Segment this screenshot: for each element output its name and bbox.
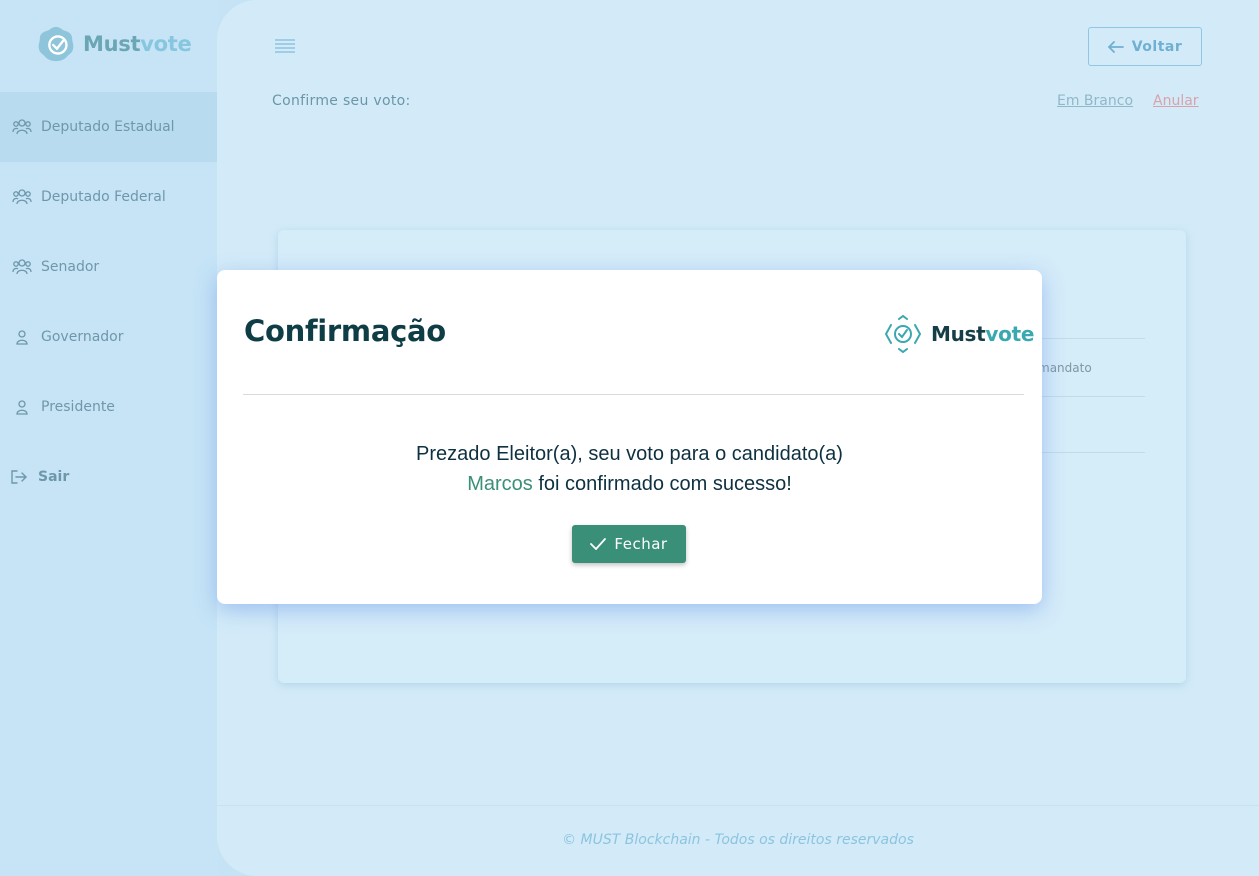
confirmation-message: Prezado Eleitor(a), seu voto para o cand… xyxy=(217,439,1042,499)
modal-title: Confirmação xyxy=(244,314,446,348)
sidebar-item-label: Presidente xyxy=(41,399,115,415)
sidebar-item-label: Governador xyxy=(41,329,124,345)
blank-vote-link[interactable]: Em Branco xyxy=(1057,93,1133,109)
vote-check-icon xyxy=(38,26,74,62)
sidebar-item-label: Deputado Estadual xyxy=(41,119,175,135)
sidebar-item-presidente[interactable]: Presidente xyxy=(0,372,218,442)
sidebar-item-deputado-federal[interactable]: Deputado Federal xyxy=(0,162,218,232)
footer-divider xyxy=(217,805,1259,806)
logout-icon xyxy=(8,467,30,487)
footer-copyright: © MUST Blockchain - Todos os direitos re… xyxy=(562,832,914,848)
logout-button[interactable]: Sair xyxy=(0,442,218,512)
modal-divider xyxy=(243,394,1024,395)
modal-brand-logo: Mustvote xyxy=(882,315,1034,353)
group-icon xyxy=(11,117,33,137)
group-icon xyxy=(11,257,33,277)
message-line-1: Prezado Eleitor(a), seu voto para o cand… xyxy=(416,443,843,465)
user-icon xyxy=(11,327,33,347)
confirm-vote-label: Confirme seu voto: xyxy=(272,93,411,109)
close-label: Fechar xyxy=(614,535,668,553)
back-label: Voltar xyxy=(1131,38,1183,55)
arrow-left-icon xyxy=(1107,40,1124,53)
sidebar-item-deputado-estadual[interactable]: Deputado Estadual xyxy=(0,92,218,162)
menu-icon[interactable] xyxy=(273,37,297,55)
sidebar-item-label: Senador xyxy=(41,259,100,275)
logout-label: Sair xyxy=(38,469,70,485)
close-button[interactable]: Fechar xyxy=(572,525,686,563)
back-button[interactable]: Voltar xyxy=(1088,27,1202,66)
check-icon xyxy=(590,538,607,550)
sidebar-item-governador[interactable]: Governador xyxy=(0,302,218,372)
confirmation-modal: Confirmação Mustvote Prezado Eleitor(a),… xyxy=(217,270,1042,604)
vote-check-icon xyxy=(884,315,922,353)
sidebar: Mustvote Deputado Estadual Deputado Fede… xyxy=(0,0,218,876)
sidebar-item-label: Deputado Federal xyxy=(41,189,166,205)
group-icon xyxy=(11,187,33,207)
brand-name: Mustvote xyxy=(931,322,1035,346)
candidate-name: Marcos xyxy=(467,473,533,495)
sidebar-item-senador[interactable]: Senador xyxy=(0,232,218,302)
candidate-field-mandato: mandato xyxy=(1038,361,1092,375)
user-icon xyxy=(11,397,33,417)
null-vote-link[interactable]: Anular xyxy=(1153,93,1199,109)
message-line-2-text: foi confirmado com sucesso! xyxy=(532,473,792,495)
message-line-2: Marcos foi confirmado com sucesso! xyxy=(217,469,1042,499)
brand-name: Mustvote xyxy=(83,32,192,56)
brand-logo[interactable]: Mustvote xyxy=(37,25,192,63)
